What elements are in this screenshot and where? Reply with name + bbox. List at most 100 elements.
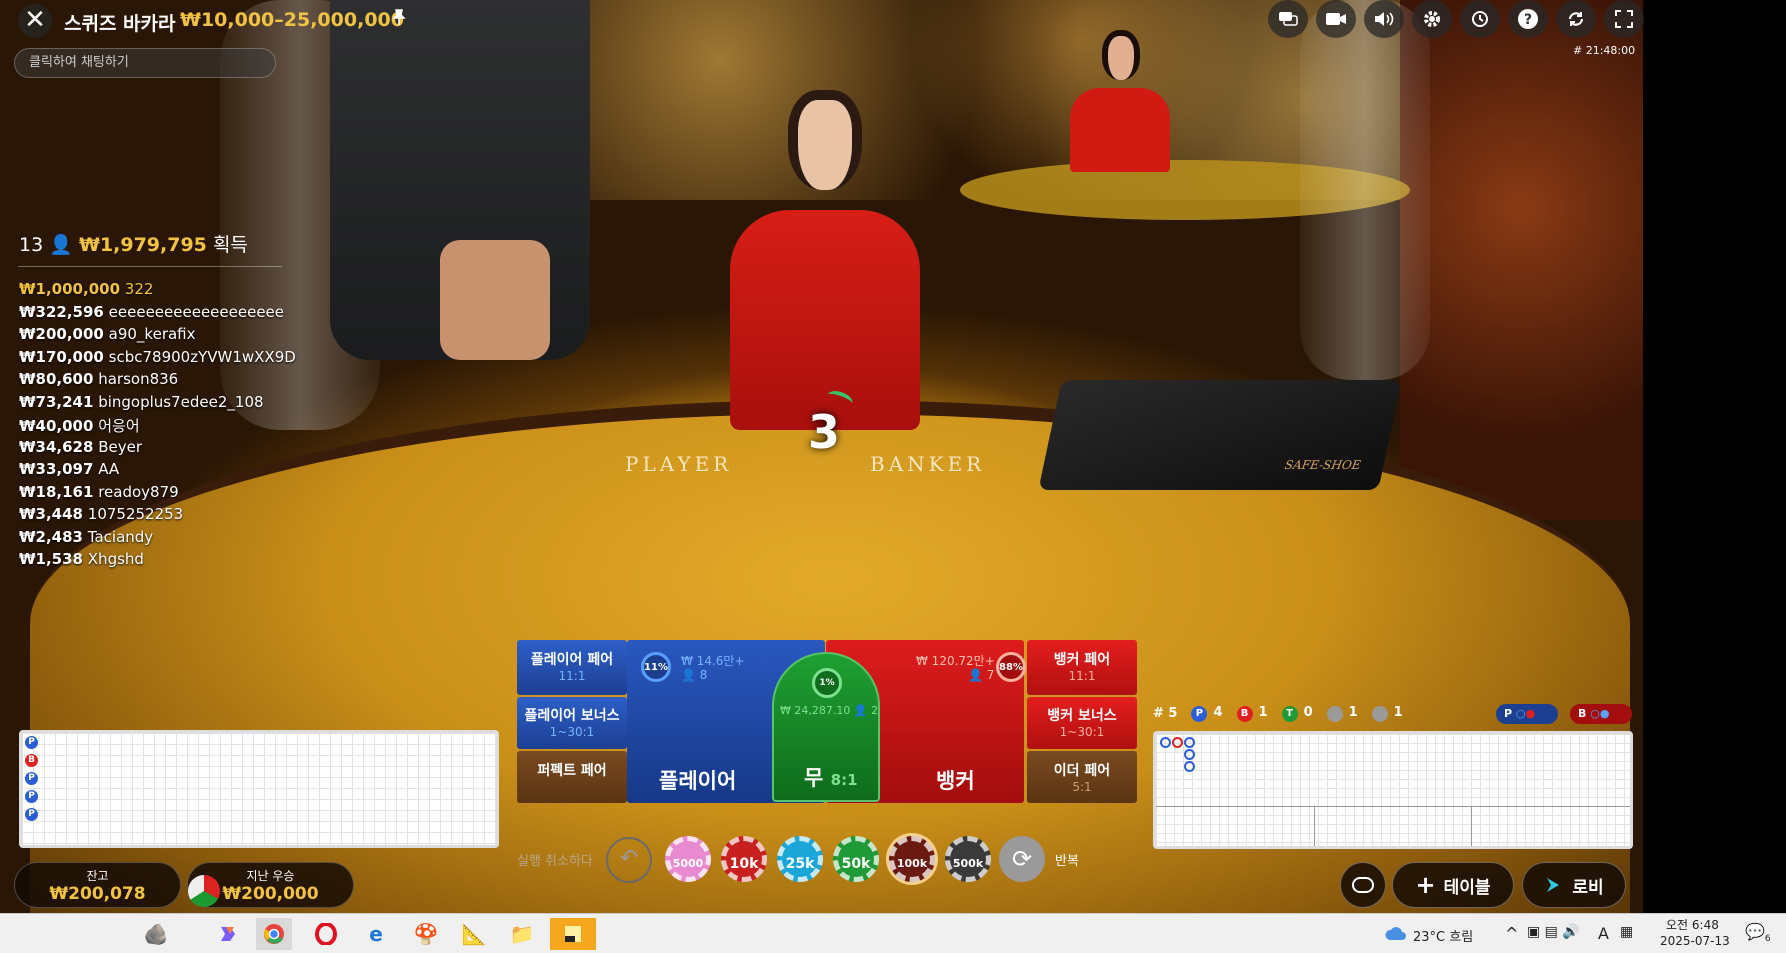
video-icon[interactable] [1316, 0, 1356, 38]
player-pool: ₩ 14.6만+ [681, 654, 745, 668]
svg-text:?: ? [1524, 12, 1532, 28]
road-divider [1156, 806, 1630, 807]
undo-label: 실행 취소하다 [517, 854, 593, 869]
winner-amount: ₩322,596 [19, 302, 104, 321]
winner-row: ₩322,596 eeeeeeeeeeeeeeeeeee [19, 303, 296, 326]
winner-amount: ₩34,628 [19, 437, 94, 456]
close-button[interactable]: ✕ [18, 4, 52, 38]
road-mark [1172, 737, 1183, 748]
notification-icon[interactable]: 💬6 [1745, 922, 1771, 944]
shoe-brand: SAFE-SHOE [1283, 458, 1362, 472]
folder-icon[interactable]: 📁 [504, 918, 540, 950]
chip-100k[interactable]: 100k [889, 836, 935, 882]
player-bonus-bet[interactable]: 플레이어 보너스 1~30:1 [517, 697, 627, 749]
winner-name: eeeeeeeeeeeeeeeeeee [108, 302, 284, 321]
chip-50k[interactable]: 50k [833, 836, 879, 882]
winner-row: ₩3,448 1075252253 [19, 505, 296, 528]
winner-amount: ₩200,000 [19, 325, 104, 343]
bead-mark: P [25, 736, 38, 749]
bead-mark: P [25, 808, 38, 821]
banker-bonus-bet[interactable]: 뱅커 보너스 1~30:1 [1027, 697, 1137, 749]
ime-indicator[interactable]: A [1598, 924, 1609, 943]
user-icon: 👤 [49, 234, 73, 256]
banker-pool: ₩ 120.72만+ [916, 654, 995, 668]
winner-amount: ₩1,538 [19, 550, 83, 568]
chat-icon[interactable] [1268, 0, 1308, 38]
chip-10k[interactable]: 10k [721, 836, 767, 882]
search-highlight-icon[interactable]: 🪨 [130, 918, 182, 950]
fullscreen-icon[interactable] [1604, 0, 1644, 38]
balance-value: ₩200,078 [49, 884, 146, 904]
bead-mark: B [25, 754, 38, 767]
tie-percent: 1% [812, 668, 842, 698]
lobby-button[interactable]: 로비 [1522, 862, 1626, 908]
weather-text[interactable]: 23°C 흐림 [1413, 926, 1473, 945]
winner-amount: ₩80,600 [19, 370, 94, 388]
tie-pool: ₩ 24,287.10 👤 2 [780, 704, 879, 717]
either-pair-label: 이더 페어 [1053, 763, 1111, 779]
tie-count: T0 [1281, 705, 1313, 722]
opera-icon[interactable] [308, 918, 344, 950]
road-divider [1314, 806, 1315, 846]
chips-stack-icon [188, 875, 220, 907]
banker-pair-odds: 11:1 [1068, 669, 1096, 683]
ie-icon[interactable]: e [358, 918, 394, 950]
bead-road[interactable]: PBPPP [19, 730, 499, 848]
windows-taskbar: 🪨 e 🍄 📐 📁 23°C 흐림 ^ ▣ ▤ 🔊 A ▦ 오전 6:48 20… [0, 913, 1786, 953]
winner-name: harson836 [98, 370, 179, 388]
volume-icon[interactable] [1364, 0, 1404, 38]
winners-summary: 13 👤 ₩1,979,795 획득 [19, 230, 248, 257]
player-pair-label: 플레이어 페어 [530, 652, 614, 668]
winner-row: ₩73,241 bingoplus7edee2_108 [19, 393, 296, 416]
winner-name: a90_kerafix [108, 325, 196, 343]
tray-icons[interactable]: ▣ ▤ 🔊 [1527, 924, 1580, 940]
copilot-icon[interactable] [210, 918, 246, 950]
undo-button[interactable]: ↶ [606, 837, 652, 883]
help-icon[interactable]: ? [1508, 0, 1548, 38]
round-number: # 5 [1153, 706, 1178, 721]
chip-5000[interactable]: 5000 [665, 836, 711, 882]
banker-label: 뱅커 [936, 769, 975, 793]
bead-mark: P [25, 790, 38, 803]
road-mark [1184, 737, 1195, 748]
banker-wins: B1 [1236, 705, 1268, 722]
settings-icon[interactable] [1412, 0, 1452, 38]
chip-500k[interactable]: 500k [945, 836, 991, 882]
ime-mode-icon[interactable]: ▦ [1620, 924, 1633, 940]
road-mark [1184, 749, 1195, 760]
chat-bubble-button[interactable] [1340, 862, 1386, 908]
add-table-button[interactable]: + 테이블 [1392, 862, 1514, 908]
player-pair-bet[interactable]: 플레이어 페어 11:1 [517, 640, 627, 695]
winner-row: ₩2,483 Taciandy [19, 528, 296, 551]
winner-row: ₩18,161 readoy879 [19, 483, 296, 506]
banker-pair-bet[interactable]: 뱅커 페어 11:1 [1027, 640, 1137, 695]
pin-icon[interactable] [390, 8, 408, 31]
app-icon[interactable]: 🍄 [408, 918, 444, 950]
sticky-notes-icon[interactable] [550, 918, 596, 950]
winner-amount: ₩1,000,000 [19, 280, 121, 298]
history-icon[interactable] [1460, 0, 1500, 38]
league-icon[interactable]: 📐 [456, 918, 492, 950]
sync-icon[interactable] [1556, 0, 1596, 38]
player-predict-button[interactable]: P ○● [1496, 704, 1558, 724]
either-pair-bet[interactable]: 이더 페어 5:1 [1027, 751, 1137, 803]
clock-time[interactable]: 오전 6:48 [1666, 916, 1719, 933]
player-count: 👤 8 [681, 668, 708, 682]
big-road[interactable] [1153, 731, 1633, 849]
repeat-button[interactable]: ⟳ [999, 836, 1045, 882]
banker-pair-label: 뱅커 페어 [1053, 652, 1111, 668]
winner-row: ₩200,000 a90_kerafix [19, 325, 296, 348]
banker-bonus-label: 뱅커 보너스 [1047, 708, 1117, 724]
chrome-icon[interactable] [256, 918, 292, 950]
chat-input[interactable]: 클릭하여 채팅하기 [14, 48, 276, 78]
tie-label: 무 8:1 [804, 766, 858, 790]
perfect-pair-bet[interactable]: 퍼펙트 페어 [517, 751, 627, 803]
tie-bet[interactable]: 1% ₩ 24,287.10 👤 2 무 8:1 [772, 652, 880, 802]
tray-chevron-icon[interactable]: ^ [1505, 924, 1518, 943]
banker-predict-button[interactable]: B ○● [1570, 704, 1632, 724]
winner-row: ₩33,097 AA [19, 460, 296, 483]
background-wall [1400, 0, 1643, 520]
clock-date[interactable]: 2025-07-13 [1660, 934, 1730, 948]
light-pillar-right [1300, 0, 1430, 380]
chip-25k[interactable]: 25k [777, 836, 823, 882]
